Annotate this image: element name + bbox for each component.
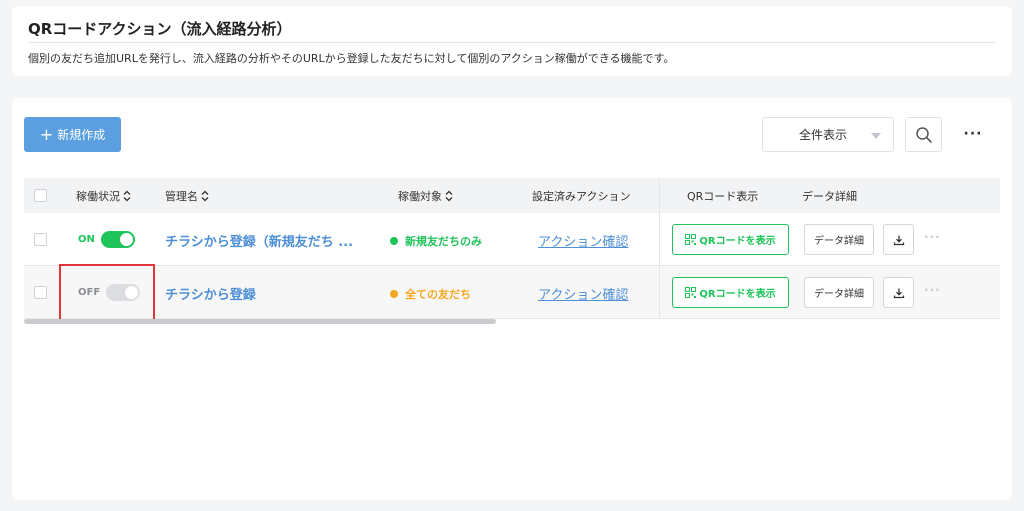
sort-icon — [123, 190, 131, 202]
horizontal-scrollbar[interactable] — [24, 319, 496, 324]
page-description: 個別の友だち追加URLを発行し、流入経路の分析やそのURLから登録した友だちに対… — [28, 52, 675, 65]
toggle-knob — [125, 286, 139, 299]
status-toggle[interactable]: ON — [78, 231, 135, 248]
management-name-link[interactable]: チラシから登録（新規友だち ... — [165, 231, 365, 250]
display-filter-select[interactable]: 全件表示 — [762, 117, 894, 152]
row-more-icon[interactable]: ··· — [924, 283, 941, 297]
column-divider — [659, 213, 660, 265]
caret-down-icon — [871, 133, 881, 139]
qr-code-icon — [685, 287, 697, 298]
column-header-status[interactable]: 稼働状況 — [76, 178, 131, 213]
more-icon: ··· — [963, 126, 983, 142]
qr-action-list-card: + 新規作成 全件表示 ··· 稼働状況 管理名 稼働対象 設定済みアクション … — [12, 98, 1012, 500]
search-button[interactable] — [905, 117, 942, 152]
table-row: ON チラシから登録（新規友だち ... 新規友だちのみ アクション確認 QRコ… — [24, 213, 1000, 266]
title-divider — [28, 42, 996, 43]
column-header-actions: 設定済みアクション — [532, 189, 631, 203]
qr-button-label: QRコードを表示 — [699, 236, 776, 247]
qr-code-icon — [685, 234, 697, 245]
table-row: OFF チラシから登録 全ての友だち アクション確認 QRコードを表示 データ詳… — [24, 264, 1000, 321]
column-divider — [659, 266, 660, 318]
toggle-switch[interactable] — [106, 284, 141, 301]
download-button[interactable] — [883, 277, 914, 308]
action-confirm-link[interactable]: アクション確認 — [538, 231, 628, 250]
qr-button-label: QRコードを表示 — [699, 289, 776, 300]
column-header-detail: データ詳細 — [802, 189, 857, 203]
row-checkbox[interactable] — [34, 233, 47, 246]
new-create-button[interactable]: + 新規作成 — [24, 117, 121, 152]
row-more-icon[interactable]: ··· — [924, 230, 941, 244]
column-header-target[interactable]: 稼働対象 — [398, 178, 453, 213]
row-checkbox[interactable] — [34, 286, 47, 299]
status-dot-icon — [390, 290, 398, 298]
status-toggle[interactable]: OFF — [78, 284, 141, 301]
page-title: QRコードアクション（流入経路分析） — [28, 20, 292, 38]
target-label: 新規友だちのみ — [405, 235, 482, 248]
more-options-button[interactable]: ··· — [958, 124, 988, 144]
download-button[interactable] — [883, 224, 914, 255]
data-detail-button[interactable]: データ詳細 — [804, 277, 874, 308]
target-badge: 新規友だちのみ — [390, 233, 482, 249]
management-name-link[interactable]: チラシから登録 — [165, 284, 365, 303]
data-detail-button[interactable]: データ詳細 — [804, 224, 874, 255]
qr-action-table: 稼働状況 管理名 稼働対象 設定済みアクション QRコード表示 データ詳細 ON… — [24, 178, 1000, 324]
toggle-knob — [119, 233, 133, 246]
new-create-label: 新規作成 — [57, 128, 106, 142]
show-qr-button[interactable]: QRコードを表示 — [672, 277, 789, 308]
download-icon — [893, 288, 904, 298]
column-header-name[interactable]: 管理名 — [165, 178, 209, 213]
target-badge: 全ての友だち — [390, 286, 471, 302]
filter-value: 全件表示 — [799, 128, 848, 142]
status-dot-icon — [390, 237, 398, 245]
search-icon — [915, 126, 932, 143]
plus-icon: + — [39, 124, 54, 144]
show-qr-button[interactable]: QRコードを表示 — [672, 224, 789, 255]
column-divider — [659, 178, 660, 213]
target-label: 全ての友だち — [405, 288, 471, 301]
toggle-label: ON — [78, 234, 95, 245]
column-header-qr: QRコード表示 — [687, 189, 759, 203]
toggle-switch[interactable] — [100, 231, 135, 248]
select-all-checkbox[interactable] — [34, 189, 47, 202]
page-header-card: QRコードアクション（流入経路分析） 個別の友だち追加URLを発行し、流入経路の… — [12, 6, 1012, 76]
sort-icon — [201, 190, 209, 202]
download-icon — [893, 235, 904, 245]
toggle-label: OFF — [78, 287, 101, 298]
table-header: 稼働状況 管理名 稼働対象 設定済みアクション QRコード表示 データ詳細 — [24, 178, 1000, 213]
action-confirm-link[interactable]: アクション確認 — [538, 284, 628, 303]
sort-icon — [445, 190, 453, 202]
